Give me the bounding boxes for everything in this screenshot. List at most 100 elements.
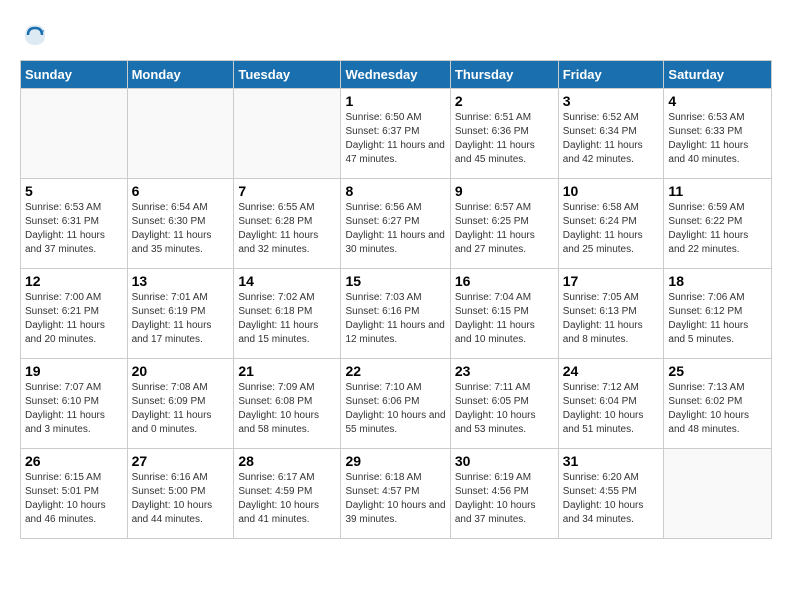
day-number: 18 bbox=[668, 273, 767, 289]
calendar-day-cell bbox=[664, 449, 772, 539]
day-number: 7 bbox=[238, 183, 336, 199]
day-number: 3 bbox=[563, 93, 660, 109]
calendar-week-row: 1 Sunrise: 6:50 AM Sunset: 6:37 PM Daylig… bbox=[21, 89, 772, 179]
calendar-day-cell: 26 Sunrise: 6:15 AM Sunset: 5:01 PM Dayli… bbox=[21, 449, 128, 539]
calendar-day-cell: 27 Sunrise: 6:16 AM Sunset: 5:00 PM Dayli… bbox=[127, 449, 234, 539]
day-info: Sunrise: 7:07 AM Sunset: 6:10 PM Dayligh… bbox=[25, 381, 123, 437]
calendar-day-cell: 17 Sunrise: 7:05 AM Sunset: 6:13 PM Dayli… bbox=[558, 269, 664, 359]
calendar-day-cell: 29 Sunrise: 6:18 AM Sunset: 4:57 PM Dayli… bbox=[341, 449, 450, 539]
day-number: 17 bbox=[563, 273, 660, 289]
day-info: Sunrise: 6:50 AM Sunset: 6:37 PM Dayligh… bbox=[345, 111, 445, 167]
header-tuesday: Tuesday bbox=[234, 61, 341, 89]
day-info: Sunrise: 7:13 AM Sunset: 6:02 PM Dayligh… bbox=[668, 381, 767, 437]
calendar-day-cell: 28 Sunrise: 6:17 AM Sunset: 4:59 PM Dayli… bbox=[234, 449, 341, 539]
calendar-table: SundayMondayTuesdayWednesdayThursdayFrid… bbox=[20, 60, 772, 539]
day-number: 26 bbox=[25, 453, 123, 469]
day-number: 24 bbox=[563, 363, 660, 379]
header-wednesday: Wednesday bbox=[341, 61, 450, 89]
day-number: 1 bbox=[345, 93, 445, 109]
calendar-day-cell: 13 Sunrise: 7:01 AM Sunset: 6:19 PM Dayli… bbox=[127, 269, 234, 359]
calendar-week-row: 19 Sunrise: 7:07 AM Sunset: 6:10 PM Dayli… bbox=[21, 359, 772, 449]
day-number: 19 bbox=[25, 363, 123, 379]
day-number: 4 bbox=[668, 93, 767, 109]
calendar-week-row: 26 Sunrise: 6:15 AM Sunset: 5:01 PM Dayli… bbox=[21, 449, 772, 539]
calendar-header-row: SundayMondayTuesdayWednesdayThursdayFrid… bbox=[21, 61, 772, 89]
calendar-day-cell bbox=[21, 89, 128, 179]
day-info: Sunrise: 6:53 AM Sunset: 6:31 PM Dayligh… bbox=[25, 201, 123, 257]
calendar-day-cell: 18 Sunrise: 7:06 AM Sunset: 6:12 PM Dayli… bbox=[664, 269, 772, 359]
day-info: Sunrise: 6:55 AM Sunset: 6:28 PM Dayligh… bbox=[238, 201, 336, 257]
day-number: 2 bbox=[455, 93, 554, 109]
calendar-day-cell: 8 Sunrise: 6:56 AM Sunset: 6:27 PM Daylig… bbox=[341, 179, 450, 269]
calendar-day-cell: 30 Sunrise: 6:19 AM Sunset: 4:56 PM Dayli… bbox=[450, 449, 558, 539]
day-number: 20 bbox=[132, 363, 230, 379]
calendar-week-row: 12 Sunrise: 7:00 AM Sunset: 6:21 PM Dayli… bbox=[21, 269, 772, 359]
day-info: Sunrise: 6:58 AM Sunset: 6:24 PM Dayligh… bbox=[563, 201, 660, 257]
calendar-day-cell: 25Sunrise: 7:13 AM Sunset: 6:02 PM Dayli… bbox=[664, 359, 772, 449]
calendar-day-cell: 14Sunrise: 7:02 AM Sunset: 6:18 PM Dayli… bbox=[234, 269, 341, 359]
day-info: Sunrise: 6:18 AM Sunset: 4:57 PM Dayligh… bbox=[345, 471, 445, 527]
header-saturday: Saturday bbox=[664, 61, 772, 89]
day-info: Sunrise: 7:02 AM Sunset: 6:18 PM Dayligh… bbox=[238, 291, 336, 347]
day-info: Sunrise: 7:08 AM Sunset: 6:09 PM Dayligh… bbox=[132, 381, 230, 437]
calendar-day-cell: 21 Sunrise: 7:09 AM Sunset: 6:08 PM Dayli… bbox=[234, 359, 341, 449]
day-number: 30 bbox=[455, 453, 554, 469]
day-info: Sunrise: 7:11 AM Sunset: 6:05 PM Dayligh… bbox=[455, 381, 554, 437]
day-info: Sunrise: 6:51 AM Sunset: 6:36 PM Dayligh… bbox=[455, 111, 554, 167]
calendar-day-cell: 9Sunrise: 6:57 AM Sunset: 6:25 PM Daylig… bbox=[450, 179, 558, 269]
day-info: Sunrise: 7:10 AM Sunset: 6:06 PM Dayligh… bbox=[345, 381, 445, 437]
day-number: 11 bbox=[668, 183, 767, 199]
day-number: 9 bbox=[455, 183, 554, 199]
logo bbox=[20, 20, 54, 50]
day-info: Sunrise: 7:06 AM Sunset: 6:12 PM Dayligh… bbox=[668, 291, 767, 347]
day-info: Sunrise: 7:04 AM Sunset: 6:15 PM Dayligh… bbox=[455, 291, 554, 347]
day-number: 27 bbox=[132, 453, 230, 469]
day-info: Sunrise: 6:19 AM Sunset: 4:56 PM Dayligh… bbox=[455, 471, 554, 527]
day-number: 31 bbox=[563, 453, 660, 469]
day-number: 15 bbox=[345, 273, 445, 289]
day-number: 28 bbox=[238, 453, 336, 469]
day-info: Sunrise: 6:56 AM Sunset: 6:27 PM Dayligh… bbox=[345, 201, 445, 257]
calendar-day-cell: 4 Sunrise: 6:53 AM Sunset: 6:33 PM Daylig… bbox=[664, 89, 772, 179]
calendar-day-cell bbox=[127, 89, 234, 179]
calendar-day-cell: 7 Sunrise: 6:55 AM Sunset: 6:28 PM Daylig… bbox=[234, 179, 341, 269]
calendar-day-cell: 22Sunrise: 7:10 AM Sunset: 6:06 PM Dayli… bbox=[341, 359, 450, 449]
day-info: Sunrise: 6:17 AM Sunset: 4:59 PM Dayligh… bbox=[238, 471, 336, 527]
day-info: Sunrise: 6:52 AM Sunset: 6:34 PM Dayligh… bbox=[563, 111, 660, 167]
calendar-day-cell: 3 Sunrise: 6:52 AM Sunset: 6:34 PM Daylig… bbox=[558, 89, 664, 179]
header-sunday: Sunday bbox=[21, 61, 128, 89]
calendar-day-cell: 5Sunrise: 6:53 AM Sunset: 6:31 PM Daylig… bbox=[21, 179, 128, 269]
day-number: 10 bbox=[563, 183, 660, 199]
day-info: Sunrise: 6:15 AM Sunset: 5:01 PM Dayligh… bbox=[25, 471, 123, 527]
day-number: 6 bbox=[132, 183, 230, 199]
calendar-day-cell: 12 Sunrise: 7:00 AM Sunset: 6:21 PM Dayli… bbox=[21, 269, 128, 359]
calendar-day-cell: 31 Sunrise: 6:20 AM Sunset: 4:55 PM Dayli… bbox=[558, 449, 664, 539]
day-info: Sunrise: 7:09 AM Sunset: 6:08 PM Dayligh… bbox=[238, 381, 336, 437]
calendar-day-cell: 24 Sunrise: 7:12 AM Sunset: 6:04 PM Dayli… bbox=[558, 359, 664, 449]
day-info: Sunrise: 7:00 AM Sunset: 6:21 PM Dayligh… bbox=[25, 291, 123, 347]
calendar-day-cell: 15 Sunrise: 7:03 AM Sunset: 6:16 PM Dayli… bbox=[341, 269, 450, 359]
day-info: Sunrise: 6:53 AM Sunset: 6:33 PM Dayligh… bbox=[668, 111, 767, 167]
day-info: Sunrise: 7:05 AM Sunset: 6:13 PM Dayligh… bbox=[563, 291, 660, 347]
day-info: Sunrise: 6:20 AM Sunset: 4:55 PM Dayligh… bbox=[563, 471, 660, 527]
day-number: 8 bbox=[345, 183, 445, 199]
calendar-day-cell: 1 Sunrise: 6:50 AM Sunset: 6:37 PM Daylig… bbox=[341, 89, 450, 179]
day-info: Sunrise: 6:16 AM Sunset: 5:00 PM Dayligh… bbox=[132, 471, 230, 527]
calendar-day-cell: 16Sunrise: 7:04 AM Sunset: 6:15 PM Dayli… bbox=[450, 269, 558, 359]
logo-icon bbox=[20, 20, 50, 50]
day-info: Sunrise: 7:03 AM Sunset: 6:16 PM Dayligh… bbox=[345, 291, 445, 347]
day-number: 29 bbox=[345, 453, 445, 469]
calendar-day-cell: 20 Sunrise: 7:08 AM Sunset: 6:09 PM Dayli… bbox=[127, 359, 234, 449]
day-info: Sunrise: 6:54 AM Sunset: 6:30 PM Dayligh… bbox=[132, 201, 230, 257]
day-info: Sunrise: 7:12 AM Sunset: 6:04 PM Dayligh… bbox=[563, 381, 660, 437]
calendar-day-cell: 11Sunrise: 6:59 AM Sunset: 6:22 PM Dayli… bbox=[664, 179, 772, 269]
calendar-day-cell: 6 Sunrise: 6:54 AM Sunset: 6:30 PM Daylig… bbox=[127, 179, 234, 269]
header-monday: Monday bbox=[127, 61, 234, 89]
day-number: 13 bbox=[132, 273, 230, 289]
day-number: 12 bbox=[25, 273, 123, 289]
page-header bbox=[20, 20, 772, 50]
day-number: 21 bbox=[238, 363, 336, 379]
day-info: Sunrise: 7:01 AM Sunset: 6:19 PM Dayligh… bbox=[132, 291, 230, 347]
calendar-day-cell bbox=[234, 89, 341, 179]
header-thursday: Thursday bbox=[450, 61, 558, 89]
